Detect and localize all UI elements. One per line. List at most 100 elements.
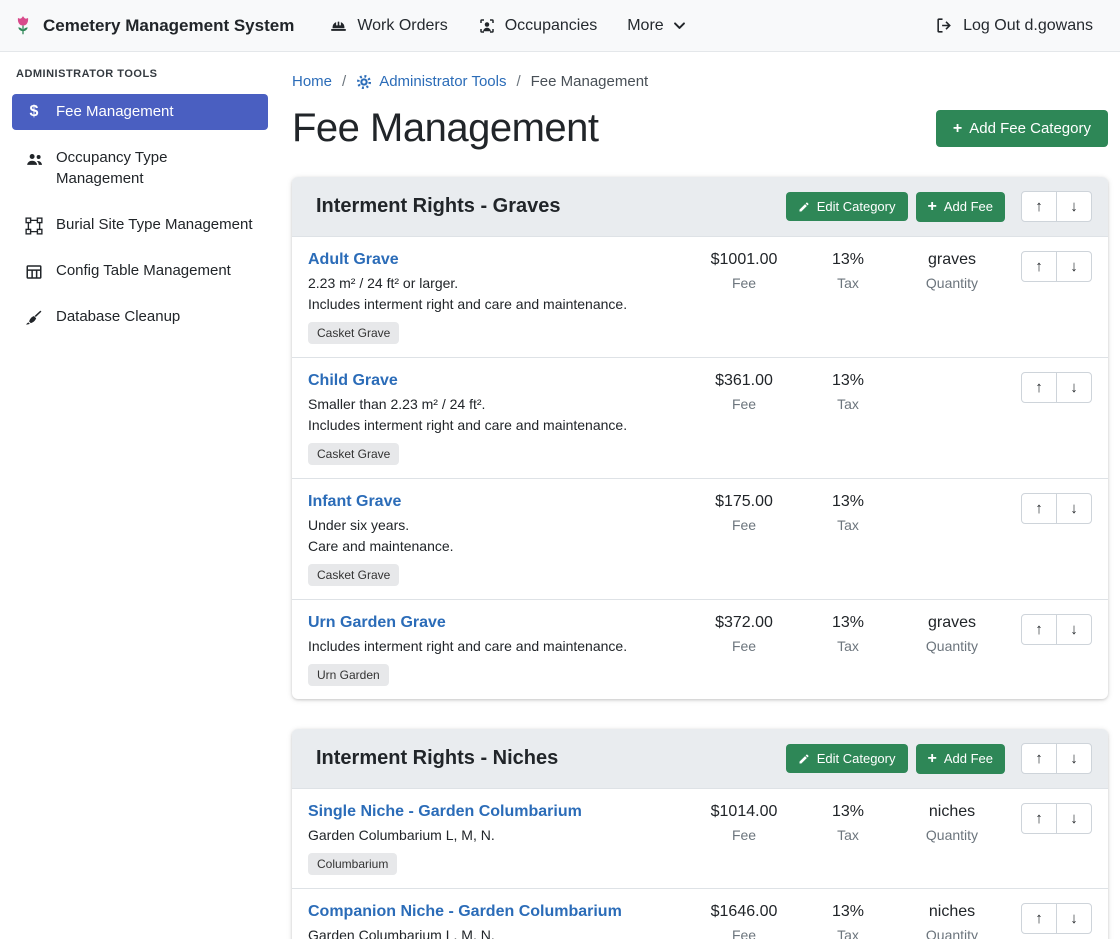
fee-move-up-button[interactable]: ↑	[1021, 803, 1057, 834]
fee-info: Child GraveSmaller than 2.23 m² / 24 ft²…	[308, 372, 692, 465]
sidebar-item-label: Config Table Management	[56, 261, 231, 281]
tulip-logo-icon	[12, 15, 34, 37]
nav-occupancies[interactable]: Occupancies	[463, 0, 613, 52]
fee-move-up-button[interactable]: ↑	[1021, 251, 1057, 282]
fee-amount-label: Fee	[692, 396, 796, 412]
fee-move-up-button[interactable]: ↑	[1021, 903, 1057, 934]
fee-tax-label: Tax	[796, 396, 900, 412]
fee-description: Garden Columbarium L, M, N.	[308, 927, 684, 939]
edit-category-button[interactable]: Edit Category	[786, 744, 908, 773]
sidebar-item-label: Occupancy Type Management	[56, 148, 256, 189]
fee-tax-label: Tax	[796, 275, 900, 291]
plus-icon: +	[953, 121, 962, 137]
fee-reorder-controls: ↑↓	[1021, 251, 1092, 282]
fee-name-link[interactable]: Single Niche - Garden Columbarium	[308, 803, 582, 821]
top-navbar: Cemetery Management System Work Orders O…	[0, 0, 1120, 52]
fee-name-link[interactable]: Companion Niche - Garden Columbarium	[308, 903, 622, 921]
add-fee-category-button[interactable]: + Add Fee Category	[936, 110, 1108, 147]
fee-quantity-label: Quantity	[900, 927, 1004, 939]
nav-work-orders[interactable]: Work Orders	[314, 0, 462, 52]
fee-move-up-button[interactable]: ↑	[1021, 614, 1057, 645]
page-title: Fee Management	[292, 106, 599, 151]
sidebar-item-burial-site-type-management[interactable]: Burial Site Type Management	[12, 207, 268, 243]
category-move-up-button[interactable]: ↑	[1021, 191, 1057, 222]
nav-occupancies-label: Occupancies	[505, 17, 598, 35]
fee-tax-label: Tax	[796, 827, 900, 843]
nav-more[interactable]: More	[612, 0, 700, 52]
fee-amount-label: Fee	[692, 517, 796, 533]
category-move-up-button[interactable]: ↑	[1021, 743, 1057, 774]
fee-name-link[interactable]: Child Grave	[308, 372, 398, 390]
fee-name-link[interactable]: Infant Grave	[308, 493, 401, 511]
fee-tax-label: Tax	[796, 517, 900, 533]
fee-tax-value: 13%	[796, 614, 900, 632]
fee-move-up-button[interactable]: ↑	[1021, 493, 1057, 524]
fee-move-up-button[interactable]: ↑	[1021, 372, 1057, 403]
fee-move-down-button[interactable]: ↓	[1056, 251, 1092, 282]
fee-row: Companion Niche - Garden Columbarium Gard…	[292, 888, 1108, 939]
sidebar-item-occupancy-type-management[interactable]: Occupancy Type Management	[12, 140, 268, 197]
fee-move-down-button[interactable]: ↓	[1056, 803, 1092, 834]
fee-actions: ↑↓	[1004, 903, 1092, 934]
occupancy-icon	[478, 17, 496, 35]
add-fee-category-label: Add Fee Category	[969, 120, 1091, 137]
fee-category-card: Interment Rights - GravesEdit Category+A…	[292, 177, 1108, 699]
fee-amount-value: $361.00	[692, 372, 796, 390]
category-reorder-controls: ↑↓	[1021, 191, 1092, 222]
logout-link[interactable]: Log Out d.gowans	[920, 0, 1108, 52]
sidebar-item-label: Fee Management	[56, 102, 174, 122]
fee-info: Infant GraveUnder six years.Care and mai…	[308, 493, 692, 586]
fee-info: Adult Grave2.23 m² / 24 ft² or larger.In…	[308, 251, 692, 344]
fee-amount-column: $361.00 Fee	[692, 372, 796, 412]
breadcrumb-admin-link[interactable]: Administrator Tools	[356, 73, 506, 90]
add-fee-button[interactable]: +Add Fee	[916, 744, 1006, 774]
fee-amount-value: $1646.00	[692, 903, 796, 921]
fee-move-down-button[interactable]: ↓	[1056, 614, 1092, 645]
fee-move-down-button[interactable]: ↓	[1056, 903, 1092, 934]
fee-tax-label: Tax	[796, 927, 900, 939]
fee-tax-value: 13%	[796, 372, 900, 390]
sidebar-item-config-table-management[interactable]: Config Table Management	[12, 253, 268, 289]
fee-tax-column: 13%Tax	[796, 803, 900, 843]
vector-square-icon	[24, 217, 44, 235]
add-fee-button[interactable]: +Add Fee	[916, 192, 1006, 222]
page-layout: ADMINISTRATOR TOOLS $Fee ManagementOccup…	[0, 52, 1120, 939]
arrow-down-icon: ↓	[1070, 621, 1078, 638]
breadcrumb: Home / Administrator Tools / Fee Managem…	[292, 73, 1108, 90]
fee-description: Care and maintenance.	[308, 538, 684, 554]
fee-move-down-button[interactable]: ↓	[1056, 493, 1092, 524]
arrow-up-icon: ↑	[1035, 621, 1043, 638]
fee-name-link[interactable]: Adult Grave	[308, 251, 399, 269]
fee-tax-label: Tax	[796, 638, 900, 654]
fee-amount-label: Fee	[692, 275, 796, 291]
users-icon	[24, 150, 44, 169]
fee-row: Urn Garden GraveIncludes interment right…	[292, 599, 1108, 699]
plus-icon: +	[928, 751, 937, 767]
fee-tax-column: 13% Tax	[796, 614, 900, 654]
category-move-down-button[interactable]: ↓	[1056, 191, 1092, 222]
breadcrumb-home-link[interactable]: Home	[292, 73, 332, 90]
sidebar-item-fee-management[interactable]: $Fee Management	[12, 94, 268, 130]
page-header: Fee Management + Add Fee Category	[292, 106, 1108, 151]
category-header: Interment Rights - GravesEdit Category+A…	[292, 177, 1108, 236]
fee-tax-value: 13%	[796, 493, 900, 511]
fee-amount-label: Fee	[692, 638, 796, 654]
admin-sidebar: ADMINISTRATOR TOOLS $Fee ManagementOccup…	[0, 52, 280, 939]
category-move-down-button[interactable]: ↓	[1056, 743, 1092, 774]
pencil-icon	[798, 201, 810, 213]
sidebar-item-database-cleanup[interactable]: Database Cleanup	[12, 299, 268, 335]
table-icon	[24, 263, 44, 281]
edit-category-label: Edit Category	[817, 199, 896, 214]
fee-quantity-value: niches	[900, 903, 1004, 921]
fee-move-down-button[interactable]: ↓	[1056, 372, 1092, 403]
arrow-down-icon: ↓	[1070, 810, 1078, 827]
fee-amount-column: $1014.00Fee	[692, 803, 796, 843]
edit-category-button[interactable]: Edit Category	[786, 192, 908, 221]
plus-icon: +	[928, 199, 937, 215]
arrow-up-icon: ↑	[1035, 910, 1043, 927]
fee-name-link[interactable]: Urn Garden Grave	[308, 614, 446, 632]
fee-quantity-value: niches	[900, 803, 1004, 821]
logout-label: Log Out d.gowans	[963, 17, 1093, 35]
arrow-up-icon: ↑	[1035, 810, 1043, 827]
fee-info: Single Niche - Garden ColumbariumGarden …	[308, 803, 692, 875]
